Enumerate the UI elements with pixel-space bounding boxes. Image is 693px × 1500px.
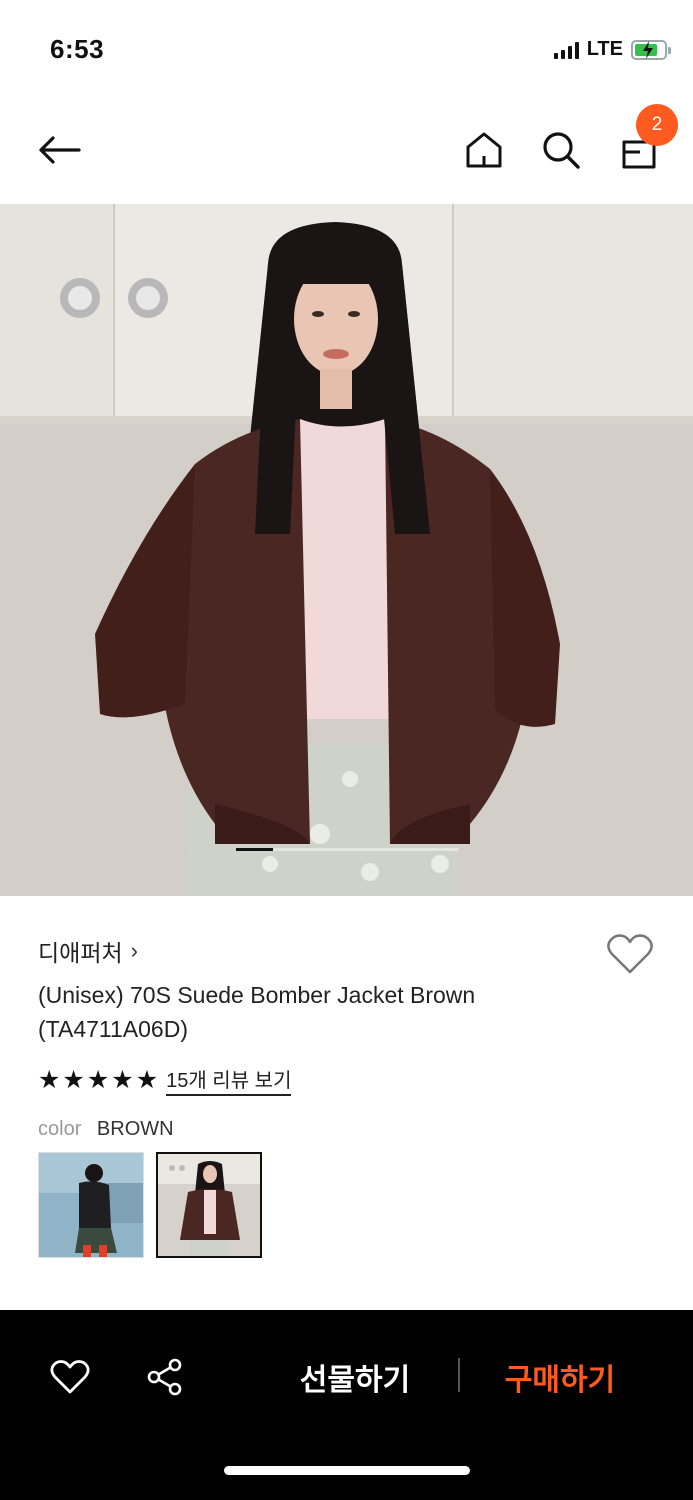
status-time: 6:53: [50, 34, 105, 64]
color-option-row: color BROWN: [38, 1118, 174, 1141]
star-icon: ★: [38, 1065, 61, 1094]
home-indicator: [224, 1466, 470, 1475]
back-arrow-icon: [39, 136, 81, 164]
rating-stars: ★ ★ ★ ★ ★: [38, 1065, 159, 1094]
brand-name: 디애퍼처: [38, 940, 123, 966]
buy-button[interactable]: 구매하기: [492, 1350, 628, 1404]
pagination-active-segment: [236, 848, 273, 851]
image-pagination-indicator: [236, 848, 458, 851]
home-button[interactable]: [458, 124, 510, 176]
share-button[interactable]: [140, 1352, 190, 1402]
like-button[interactable]: [45, 1352, 95, 1402]
share-icon: [147, 1358, 182, 1396]
top-navigation: [0, 100, 693, 204]
action-divider: [458, 1358, 460, 1392]
back-button[interactable]: [33, 124, 85, 176]
thumbnail-1[interactable]: [38, 1152, 144, 1258]
product-title: (Unisex) 70S Suede Bomber Jacket Brown (…: [38, 982, 476, 1042]
product-main-image[interactable]: [0, 204, 693, 896]
battery-charging-icon: [631, 39, 671, 60]
brand-link[interactable]: 디애퍼처 ›: [38, 934, 138, 968]
color-value: BROWN: [96, 1118, 174, 1140]
cart-count-badge: 2: [636, 104, 678, 146]
rating-row: ★ ★ ★ ★ ★ 15개 리뷰 보기: [38, 1064, 292, 1096]
thumbnail-list: [38, 1152, 262, 1258]
star-icon: ★: [111, 1065, 134, 1094]
thumbnail-2[interactable]: [156, 1152, 262, 1258]
star-icon: ★: [86, 1065, 110, 1094]
search-icon: [543, 132, 580, 169]
status-indicators: LTE: [553, 38, 671, 61]
network-type: LTE: [586, 38, 623, 60]
status-bar: 6:53 LTE: [0, 0, 693, 100]
signal-icon: [553, 41, 579, 59]
chevron-right-icon: ›: [130, 938, 138, 963]
heart-icon: [50, 1360, 90, 1394]
search-button[interactable]: [535, 124, 587, 176]
review-link[interactable]: 15개 리뷰 보기: [166, 1064, 292, 1096]
gift-button[interactable]: 선물하기: [290, 1350, 420, 1404]
wishlist-button[interactable]: [606, 932, 654, 980]
star-icon: ★: [135, 1065, 159, 1094]
star-icon: ★: [62, 1065, 85, 1094]
color-label: color: [38, 1118, 82, 1140]
heart-outline-icon: [607, 934, 653, 974]
home-icon: [466, 132, 502, 168]
